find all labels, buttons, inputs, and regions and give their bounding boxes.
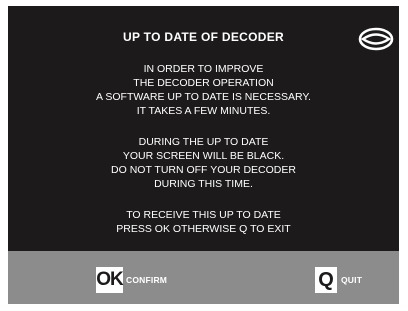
- info-line: DURING THE UP TO DATE: [138, 136, 269, 148]
- info-paragraph-3: TO RECEIVE THIS UP TO DATE PRESS OK OTHE…: [8, 208, 399, 236]
- q-key-button[interactable]: Q: [315, 267, 337, 293]
- info-line: DO NOT TURN OFF YOUR DECODER: [111, 164, 296, 176]
- dialog-title: UP TO DATE OF DECODER: [123, 30, 284, 44]
- ok-key-button[interactable]: OK: [96, 267, 124, 293]
- quit-label: QUIT: [341, 275, 363, 285]
- info-line: DURING THIS TIME.: [154, 178, 253, 190]
- info-paragraph-1: IN ORDER TO IMPROVE THE DECODER OPERATIO…: [8, 62, 399, 118]
- info-line: PRESS OK OTHERWISE Q TO EXIT: [116, 223, 291, 235]
- info-paragraph-2: DURING THE UP TO DATE YOUR SCREEN WILL B…: [8, 135, 399, 191]
- info-line: IT TAKES A FEW MINUTES.: [136, 105, 271, 117]
- eye-logo-icon: [358, 27, 394, 51]
- update-dialog: UP TO DATE OF DECODER IN ORDER TO IMPROV…: [8, 6, 399, 304]
- info-line: IN ORDER TO IMPROVE: [143, 63, 264, 75]
- info-line: THE DECODER OPERATION: [133, 77, 274, 89]
- confirm-label: CONFIRM: [126, 275, 168, 285]
- info-line: YOUR SCREEN WILL BE BLACK.: [122, 150, 285, 162]
- info-line: TO RECEIVE THIS UP TO DATE: [126, 209, 281, 221]
- footer-bar: OK CONFIRM Q QUIT: [8, 251, 399, 304]
- info-line: A SOFTWARE UP TO DATE IS NECESSARY.: [96, 91, 311, 103]
